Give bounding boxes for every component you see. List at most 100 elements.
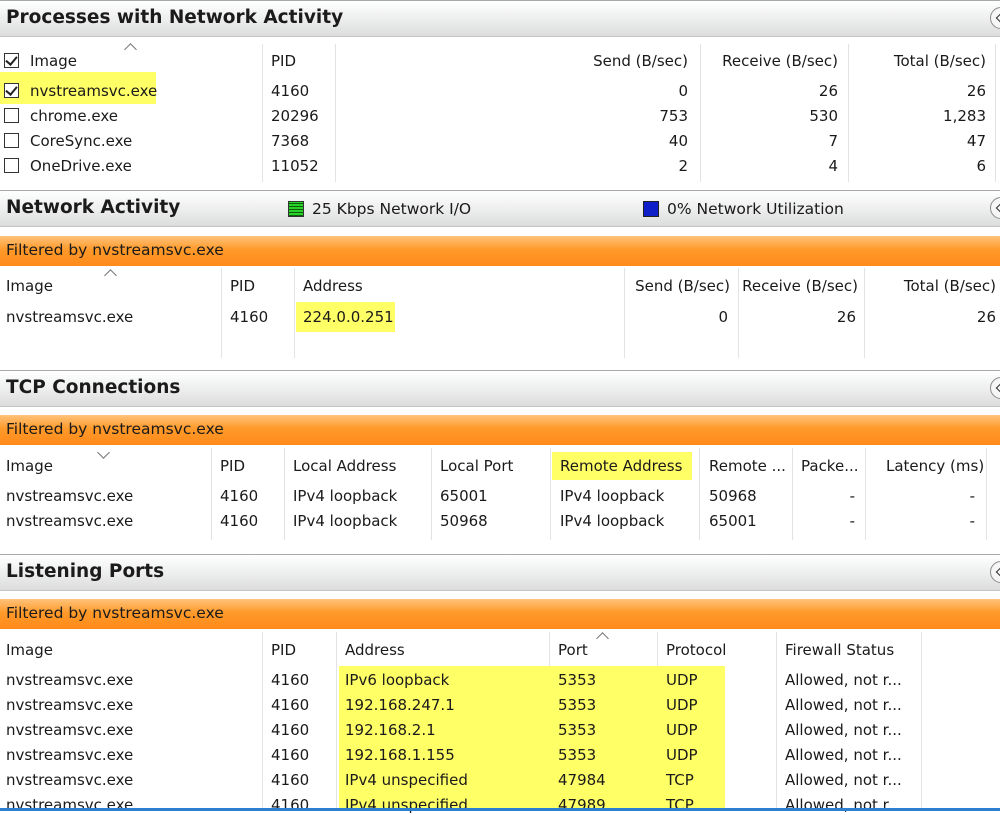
cell-receive: 4 [828, 157, 838, 175]
collapse-network-icon[interactable] [990, 197, 1000, 219]
cell-port: 47989 [558, 796, 606, 814]
cell-pid: 11052 [271, 157, 319, 175]
cell-firewall-status: Allowed, not r... [785, 671, 902, 689]
cell-remote-address: IPv4 loopback [560, 512, 665, 530]
cell-pid: 4160 [271, 796, 310, 814]
col-image[interactable]: Image [30, 51, 77, 71]
cell-image: nvstreamsvc.exe [6, 771, 134, 789]
cell-image: nvstreamsvc.exe [6, 512, 134, 530]
cell-protocol: TCP [666, 771, 694, 789]
col-pid[interactable]: PID [220, 456, 245, 476]
col-pid[interactable]: PID [271, 640, 296, 660]
cell-firewall-status: Allowed, not r... [785, 746, 902, 764]
cell-local-port: 65001 [440, 487, 488, 505]
col-pid[interactable]: PID [271, 51, 296, 71]
cell-image: nvstreamsvc.exe [30, 82, 158, 100]
cell-total: 6 [976, 157, 986, 175]
sort-descending-icon [97, 446, 110, 459]
cell-port: 5353 [558, 721, 597, 739]
col-remote-address[interactable]: Remote Address [560, 456, 682, 476]
cell-local-address: IPv4 loopback [293, 512, 398, 530]
cell-image: nvstreamsvc.exe [6, 487, 134, 505]
cell-image: nvstreamsvc.exe [6, 671, 134, 689]
cell-send: 2 [678, 157, 688, 175]
cell-protocol: TCP [666, 796, 694, 814]
collapse-processes-icon[interactable] [990, 7, 1000, 29]
cell-pid: 4160 [271, 746, 310, 764]
cell-address: IPv4 unspecified [345, 771, 468, 789]
network-section-header[interactable]: Network Activity 25 Kbps Network I/O 0% … [0, 190, 1000, 227]
cell-image: CoreSync.exe [30, 132, 133, 150]
row-checkbox[interactable] [4, 83, 19, 98]
col-firewall-status[interactable]: Firewall Status [785, 640, 894, 660]
row-checkbox[interactable] [4, 133, 19, 148]
cell-firewall-status: Allowed, not r... [785, 696, 902, 714]
cell-image: nvstreamsvc.exe [6, 796, 134, 814]
cell-receive: 530 [809, 107, 838, 125]
cell-image: nvstreamsvc.exe [6, 696, 134, 714]
col-address[interactable]: Address [345, 640, 405, 660]
sort-ascending-icon [124, 43, 137, 56]
cell-total: 47 [966, 132, 986, 150]
processes-section-header[interactable]: Processes with Network Activity [0, 0, 1000, 37]
col-image[interactable]: Image [6, 276, 53, 296]
cell-address: 192.168.247.1 [345, 696, 455, 714]
col-address[interactable]: Address [303, 276, 363, 296]
cell-pid: 4160 [271, 82, 310, 100]
cell-address: 192.168.2.1 [345, 721, 436, 739]
tcp-filter-bar[interactable]: Filtered by nvstreamsvc.exe [0, 415, 1000, 445]
cell-address: IPv6 loopback [345, 671, 450, 689]
cell-protocol: UDP [666, 721, 698, 739]
listening-filter-bar[interactable]: Filtered by nvstreamsvc.exe [0, 599, 1000, 629]
tcp-filter-label: Filtered by nvstreamsvc.exe [6, 420, 224, 438]
col-image[interactable]: Image [6, 640, 53, 660]
network-filter-label: Filtered by nvstreamsvc.exe [6, 241, 224, 259]
cell-packet: - [849, 512, 855, 530]
col-send[interactable]: Send (B/sec) [500, 51, 688, 71]
cell-pid: 7368 [271, 132, 310, 150]
cell-pid: 4160 [271, 696, 310, 714]
cell-total: 26 [966, 82, 986, 100]
cell-pid: 4160 [220, 512, 259, 530]
cell-packet: - [849, 487, 855, 505]
cell-pid: 4160 [271, 671, 310, 689]
network-filter-bar[interactable]: Filtered by nvstreamsvc.exe [0, 236, 1000, 266]
row-checkbox[interactable] [4, 108, 19, 123]
cell-remote-port: 50968 [709, 487, 757, 505]
col-total[interactable]: Total (B/sec) [850, 51, 986, 71]
collapse-tcp-icon[interactable] [990, 377, 1000, 399]
cell-address: IPv4 unspecified [345, 796, 468, 814]
cell-send: 40 [668, 132, 688, 150]
cell-port: 5353 [558, 746, 597, 764]
cell-image: nvstreamsvc.exe [6, 721, 134, 739]
col-protocol[interactable]: Protocol [666, 640, 726, 660]
col-send[interactable]: Send (B/sec) [630, 276, 730, 296]
col-receive[interactable]: Receive (B/sec) [740, 276, 858, 296]
cell-address: 224.0.0.251 [303, 308, 394, 326]
row-checkbox[interactable] [4, 158, 19, 173]
col-total[interactable]: Total (B/sec) [866, 276, 996, 296]
tcp-section-title: TCP Connections [6, 377, 181, 398]
select-all-checkbox[interactable] [4, 53, 19, 68]
col-image[interactable]: Image [6, 456, 53, 476]
cell-firewall-status: Allowed, not r... [785, 796, 902, 814]
col-remote-port[interactable]: Remote ... [709, 456, 786, 476]
cell-image: OneDrive.exe [30, 157, 132, 175]
cell-firewall-status: Allowed, not r... [785, 771, 902, 789]
cell-pid: 4160 [220, 487, 259, 505]
collapse-listening-icon[interactable] [990, 561, 1000, 583]
processes-section-title: Processes with Network Activity [6, 7, 344, 28]
cell-receive: 26 [818, 82, 838, 100]
col-receive[interactable]: Receive (B/sec) [700, 51, 838, 71]
col-local-address[interactable]: Local Address [293, 456, 396, 476]
listening-section-header[interactable]: Listening Ports [0, 554, 1000, 591]
col-pid[interactable]: PID [230, 276, 255, 296]
cell-remote-port: 65001 [709, 512, 757, 530]
network-utilization-legend-icon [643, 201, 659, 217]
col-local-port[interactable]: Local Port [440, 456, 513, 476]
sort-ascending-icon [596, 632, 609, 645]
col-latency[interactable]: Latency (ms) [886, 456, 984, 476]
col-packet[interactable]: Packe... [801, 456, 859, 476]
col-port[interactable]: Port [558, 640, 588, 660]
tcp-section-header[interactable]: TCP Connections [0, 370, 1000, 407]
